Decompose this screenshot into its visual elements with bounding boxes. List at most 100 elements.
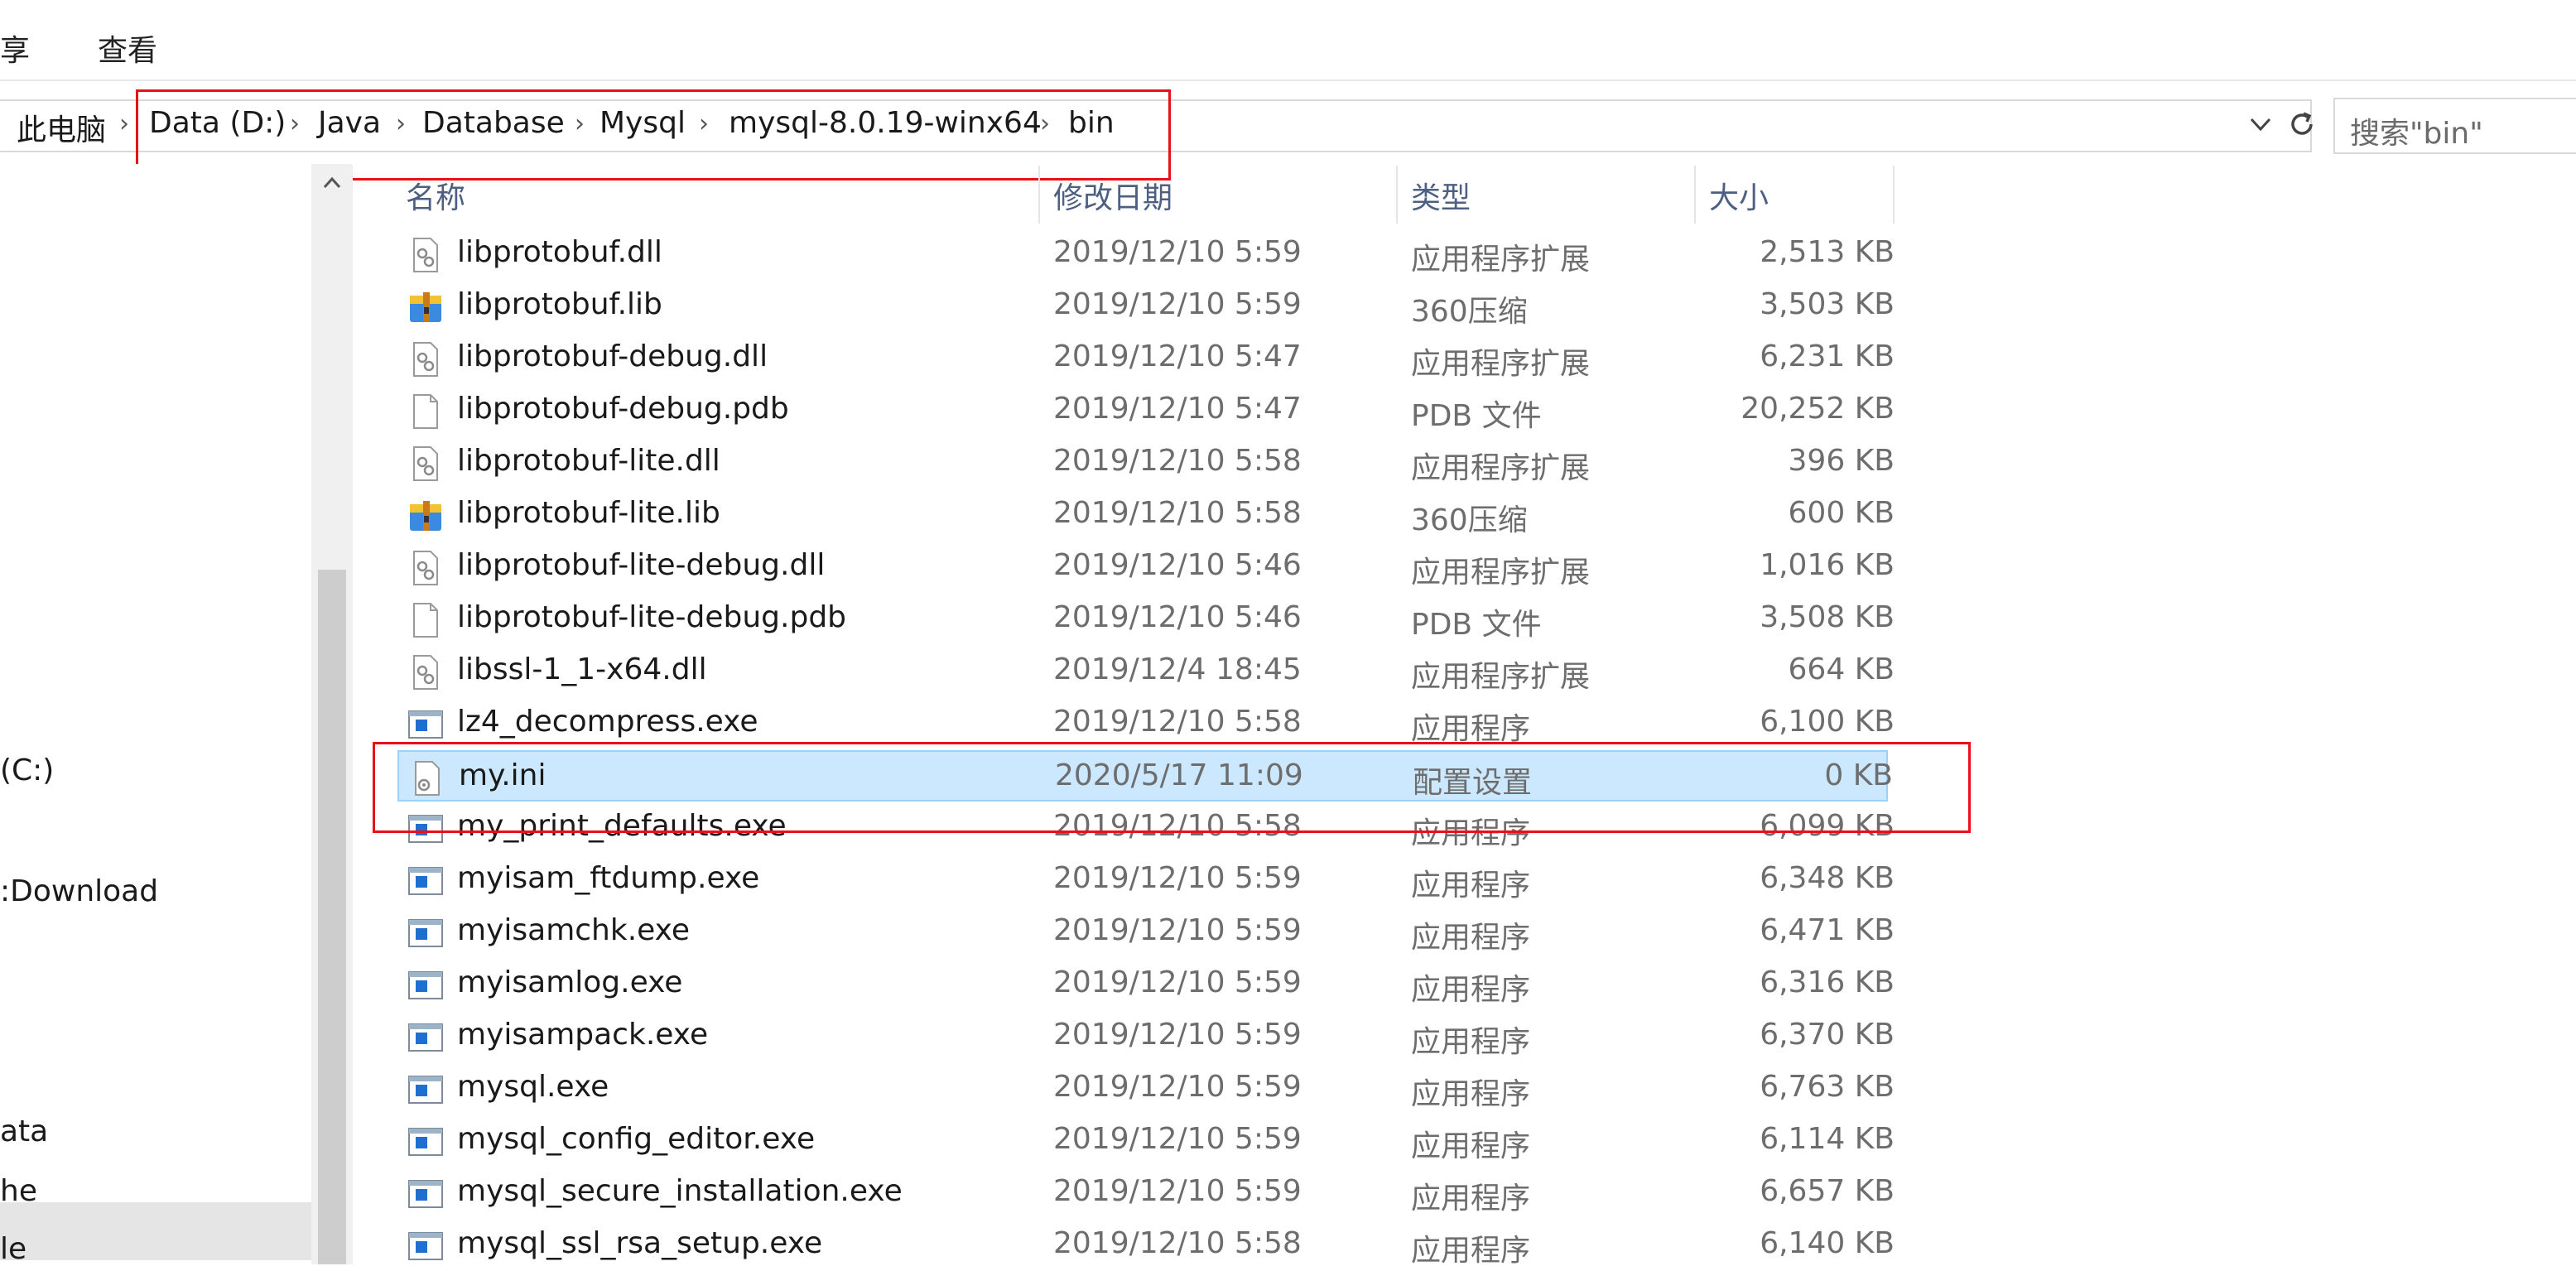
- column-divider[interactable]: [1396, 166, 1398, 224]
- file-size: 600 KB: [1788, 496, 1895, 530]
- column-header-type[interactable]: 类型: [1411, 174, 1471, 217]
- file-modified-date: 2019/12/10 5:59: [1053, 1018, 1302, 1052]
- column-divider[interactable]: [1038, 166, 1040, 224]
- file-size: 2,513 KB: [1760, 235, 1895, 269]
- file-size: 664 KB: [1788, 652, 1895, 686]
- nav-item-file[interactable]: le: [0, 1232, 26, 1266]
- file-type: 应用程序: [1411, 1182, 1531, 1216]
- column-header-size[interactable]: 大小: [1709, 174, 1769, 217]
- scroll-up-icon[interactable]: [320, 171, 344, 195]
- file-size: 6,231 KB: [1760, 339, 1895, 373]
- nav-item-download[interactable]: :Download: [0, 874, 158, 908]
- file-name: mysql.exe: [457, 1070, 609, 1104]
- file-size: 6,471 KB: [1760, 913, 1895, 947]
- nav-item-drive-c[interactable]: (C:): [0, 753, 54, 787]
- exe-icon: [407, 915, 444, 951]
- file-name: mysql_secure_installation.exe: [457, 1174, 903, 1208]
- file-size: 6,100 KB: [1760, 705, 1895, 739]
- file-row[interactable]: libprotobuf-lite-debug.dll 2019/12/10 5:4…: [397, 542, 1895, 593]
- file-row[interactable]: mysql_ssl_rsa_setup.exe 2019/12/10 5:58 应用…: [397, 1220, 1895, 1271]
- nav-scrollbar[interactable]: [311, 164, 353, 1264]
- file-name: myisampack.exe: [457, 1018, 709, 1052]
- file-size: 6,370 KB: [1760, 1018, 1895, 1052]
- file-row[interactable]: myisamlog.exe 2019/12/10 5:59 应用程序 6,316 KB: [397, 959, 1895, 1010]
- dll-icon: [407, 237, 444, 273]
- file-modified-date: 2019/12/10 5:59: [1053, 1174, 1302, 1208]
- nav-item-cache[interactable]: he: [0, 1174, 37, 1208]
- file-row[interactable]: myisam_ftdump.exe 2019/12/10 5:59 应用程序 6,34…: [397, 855, 1895, 906]
- file-modified-date: 2019/12/4 18:45: [1053, 652, 1302, 686]
- nav-selected-item[interactable]: [0, 1202, 311, 1260]
- file-row[interactable]: libprotobuf-debug.dll 2019/12/10 5:47 应用程序…: [397, 333, 1895, 384]
- exe-icon: [407, 706, 444, 743]
- nav-item-data[interactable]: ata: [0, 1115, 48, 1148]
- dll-icon: [407, 341, 444, 378]
- file-row[interactable]: libprotobuf-lite.lib 2019/12/10 5:58 360压缩…: [397, 489, 1895, 541]
- column-header-name[interactable]: 名称: [406, 174, 465, 217]
- file-name: mysql_config_editor.exe: [457, 1122, 816, 1156]
- file-name: libprotobuf.dll: [457, 235, 662, 269]
- exe-icon: [407, 1228, 444, 1264]
- scrollbar-thumb[interactable]: [318, 570, 346, 1264]
- file-modified-date: 2019/12/10 5:58: [1053, 496, 1302, 530]
- file-row[interactable]: myisamchk.exe 2019/12/10 5:59 应用程序 6,471 KB: [397, 907, 1895, 958]
- file-size: 20,252 KB: [1741, 392, 1895, 426]
- file-row[interactable]: mysql.exe 2019/12/10 5:59 应用程序 6,763 KB: [397, 1063, 1895, 1115]
- file-type: 应用程序扩展: [1411, 556, 1591, 590]
- file-size: 3,503 KB: [1760, 287, 1895, 321]
- file-size: 6,657 KB: [1760, 1174, 1895, 1208]
- file-name: libprotobuf-lite.dll: [457, 444, 720, 478]
- file-row[interactable]: mysql_config_editor.exe 2019/12/10 5:59 应用…: [397, 1115, 1895, 1167]
- breadcrumb-separator-icon[interactable]: ›: [119, 109, 129, 138]
- file-type: 应用程序: [1411, 1025, 1531, 1059]
- file-type: PDB 文件: [1411, 608, 1542, 642]
- file-size: 396 KB: [1788, 444, 1895, 478]
- file-type: 应用程序: [1411, 921, 1531, 955]
- column-divider[interactable]: [1893, 166, 1895, 224]
- file-row[interactable]: libprotobuf-lite-debug.pdb 2019/12/10 5:4…: [397, 594, 1895, 645]
- chevron-down-icon[interactable]: [2246, 109, 2275, 139]
- file-modified-date: 2019/12/10 5:58: [1053, 705, 1302, 739]
- archive-icon: [407, 289, 444, 325]
- file-type: 应用程序: [1411, 1234, 1531, 1268]
- file-row[interactable]: libssl-1_1-x64.dll 2019/12/4 18:45 应用程序扩展 6…: [397, 646, 1895, 697]
- file-name: libprotobuf-debug.pdb: [457, 392, 789, 426]
- file-row[interactable]: myisampack.exe 2019/12/10 5:59 应用程序 6,370 K…: [397, 1011, 1895, 1062]
- file-type: 应用程序: [1411, 869, 1531, 903]
- search-input[interactable]: 搜索"bin": [2333, 98, 2576, 154]
- dll-icon: [407, 654, 444, 691]
- file-size: 6,316 KB: [1760, 965, 1895, 999]
- file-row[interactable]: mysql_secure_installation.exe 2019/12/10 …: [397, 1167, 1895, 1219]
- file-modified-date: 2019/12/10 5:58: [1053, 444, 1302, 478]
- navigation-pane: (C:) :Download ata he le: [0, 164, 311, 1266]
- file-modified-date: 2019/12/10 5:59: [1053, 1122, 1302, 1156]
- file-row[interactable]: libprotobuf-lite.dll 2019/12/10 5:58 应用程序扩…: [397, 437, 1895, 489]
- file-name: libprotobuf-lite-debug.pdb: [457, 600, 847, 634]
- tab-share[interactable]: 享: [0, 26, 30, 70]
- refresh-icon[interactable]: [2284, 106, 2320, 142]
- file-size: 6,140 KB: [1760, 1226, 1895, 1260]
- file-row[interactable]: libprotobuf.lib 2019/12/10 5:59 360压缩 3,503…: [397, 281, 1895, 332]
- dll-icon: [407, 445, 444, 482]
- file-modified-date: 2019/12/10 5:59: [1053, 287, 1302, 321]
- file-row[interactable]: libprotobuf-debug.pdb 2019/12/10 5:47 PDB …: [397, 385, 1895, 436]
- file-size: 1,016 KB: [1760, 548, 1895, 582]
- breadcrumb-this-pc[interactable]: 此电脑: [17, 106, 106, 149]
- exe-icon: [407, 863, 444, 899]
- file-type: 应用程序: [1411, 973, 1531, 1007]
- file-row[interactable]: libprotobuf.dll 2019/12/10 5:59 应用程序扩展 2,51…: [397, 229, 1895, 280]
- file-icon: [407, 602, 444, 638]
- file-modified-date: 2019/12/10 5:59: [1053, 965, 1302, 999]
- file-type: 360压缩: [1411, 503, 1528, 537]
- file-modified-date: 2019/12/10 5:46: [1053, 600, 1302, 634]
- file-name: libprotobuf.lib: [457, 287, 662, 321]
- column-header-date[interactable]: 修改日期: [1053, 174, 1172, 217]
- file-type: 应用程序扩展: [1411, 451, 1591, 485]
- file-name: myisamchk.exe: [457, 913, 691, 947]
- file-modified-date: 2019/12/10 5:58: [1053, 1226, 1302, 1260]
- column-divider[interactable]: [1694, 166, 1696, 224]
- file-size: 6,348 KB: [1760, 861, 1895, 895]
- exe-icon: [407, 967, 444, 1004]
- tab-view[interactable]: 查看: [98, 26, 157, 70]
- exe-icon: [407, 1071, 444, 1108]
